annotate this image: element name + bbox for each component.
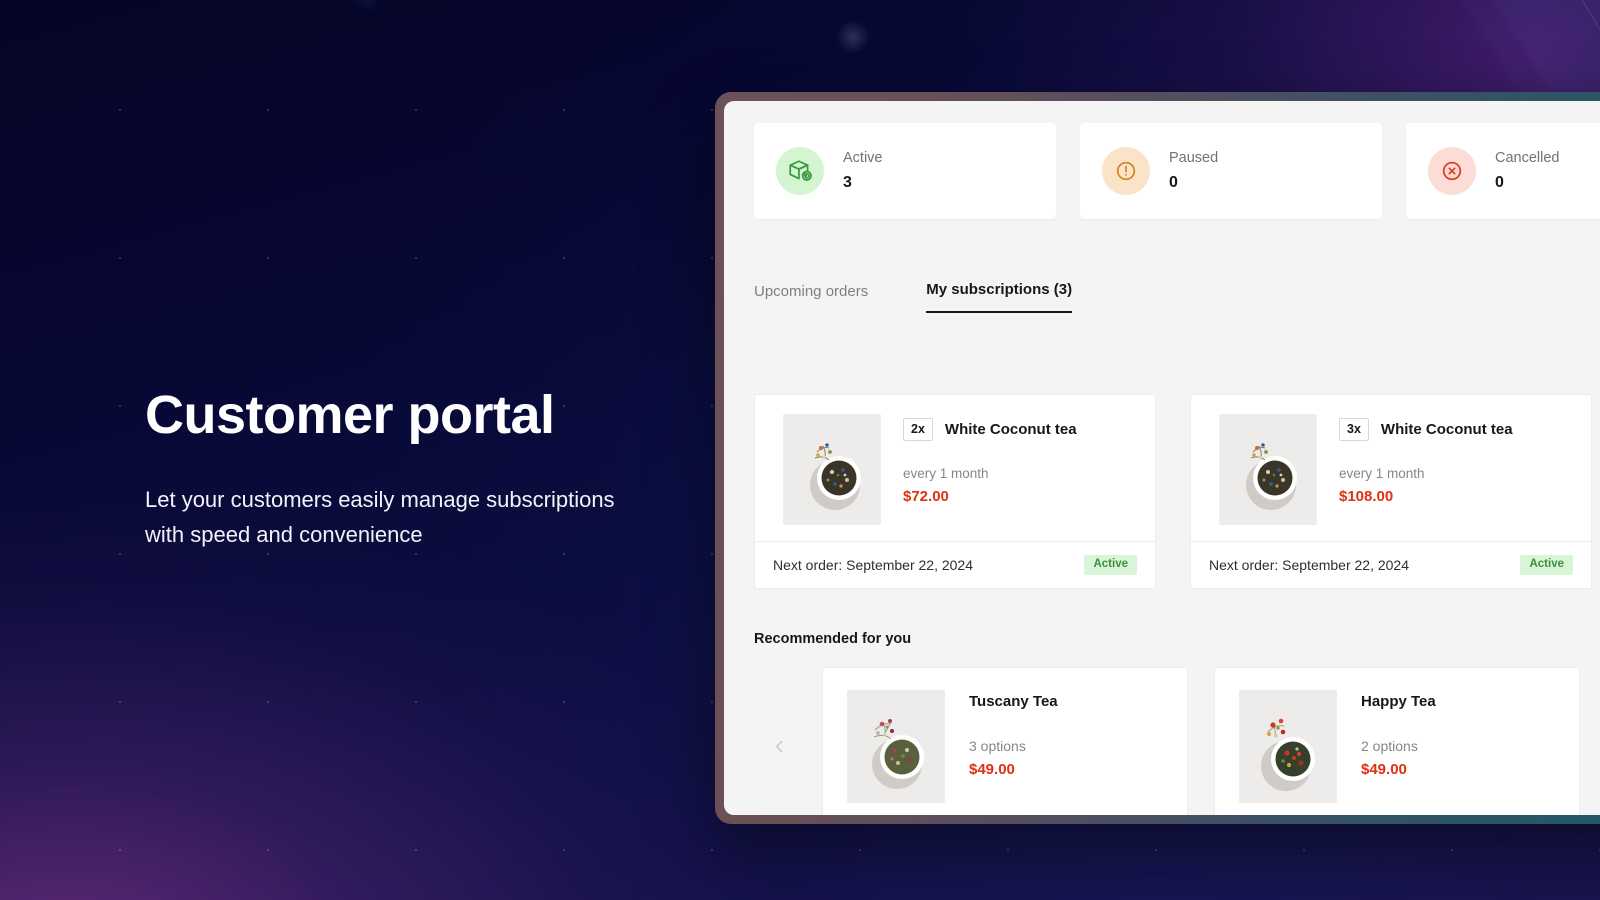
stat-label: Active bbox=[843, 150, 883, 166]
subscription-price: $72.00 bbox=[903, 487, 949, 505]
quantity-badge: 3x bbox=[1339, 418, 1369, 441]
subscription-info: 3x White Coconut tea every 1 month $108.… bbox=[1339, 414, 1573, 525]
subscriptions-list: 2x White Coconut tea every 1 month $72.0… bbox=[754, 394, 1600, 589]
recommended-list: Tuscany Tea 3 options $49.00 Happy Tea 2… bbox=[822, 667, 1580, 815]
tab-my-subscriptions[interactable]: My subscriptions (3) bbox=[926, 281, 1073, 313]
subscription-footer: Next order: September 22, 2024 Active bbox=[755, 541, 1155, 588]
subscription-price: $108.00 bbox=[1339, 487, 1394, 505]
product-name: White Coconut tea bbox=[944, 420, 1077, 438]
tab-upcoming-orders[interactable]: Upcoming orders bbox=[754, 283, 868, 313]
recommended-info: Happy Tea 2 options $49.00 bbox=[1361, 690, 1436, 802]
x-circle-icon bbox=[1428, 147, 1476, 195]
quantity-badge: 2x bbox=[903, 418, 933, 441]
subscription-card[interactable]: 2x White Coconut tea every 1 month $72.0… bbox=[754, 394, 1156, 589]
product-name: Happy Tea bbox=[1361, 693, 1436, 710]
subscription-footer: Next order: September 22, 2024 Active bbox=[1191, 541, 1591, 588]
subscription-title-row: 2x White Coconut tea bbox=[903, 418, 1137, 441]
tab-bar: Upcoming orders My subscriptions (3) bbox=[754, 271, 1600, 313]
stat-text: Paused 0 bbox=[1169, 150, 1218, 192]
subscription-title-row: 3x White Coconut tea bbox=[1339, 418, 1573, 441]
subscription-info: 2x White Coconut tea every 1 month $72.0… bbox=[903, 414, 1137, 525]
stat-value: 3 bbox=[843, 174, 852, 191]
status-badge: Active bbox=[1520, 555, 1573, 575]
product-price: $49.00 bbox=[969, 761, 1015, 778]
stat-text: Cancelled 0 bbox=[1495, 150, 1560, 192]
subscription-body: 2x White Coconut tea every 1 month $72.0… bbox=[755, 395, 1155, 541]
next-order-date: Next order: September 22, 2024 bbox=[1209, 557, 1410, 573]
status-badge: Active bbox=[1084, 555, 1137, 575]
page-title: Customer portal bbox=[145, 385, 555, 445]
subscription-frequency: every 1 month bbox=[903, 465, 989, 481]
app-window-frame: Active 3 Paused 0 Cancelled 0 Upcoming o… bbox=[715, 92, 1600, 824]
hero-section: Customer portal Let your customers easil… bbox=[0, 0, 1600, 900]
stat-label: Paused bbox=[1169, 150, 1219, 166]
subscription-card[interactable]: 3x White Coconut tea every 1 month $108.… bbox=[1190, 394, 1592, 589]
hero-copy: Customer portal Let your customers easil… bbox=[145, 385, 705, 553]
stats-row: Active 3 Paused 0 Cancelled 0 bbox=[754, 123, 1600, 219]
product-price: $49.00 bbox=[1361, 761, 1407, 778]
stat-value: 0 bbox=[1169, 174, 1178, 191]
stat-value: 0 bbox=[1495, 174, 1504, 191]
exclamation-circle-icon bbox=[1102, 147, 1150, 195]
stat-label: Cancelled bbox=[1495, 150, 1560, 166]
page-subtitle: Let your customers easily manage subscri… bbox=[145, 487, 615, 548]
white-coconut-tea-thumbnail bbox=[1219, 414, 1317, 525]
product-name: White Coconut tea bbox=[1380, 420, 1513, 438]
recommended-card[interactable]: Tuscany Tea 3 options $49.00 bbox=[822, 667, 1188, 815]
subscription-body: 3x White Coconut tea every 1 month $108.… bbox=[1191, 395, 1591, 541]
product-name: Tuscany Tea bbox=[969, 693, 1058, 710]
background-glow-dot bbox=[836, 20, 870, 54]
product-options: 2 options bbox=[1361, 738, 1418, 754]
recommended-card[interactable]: Happy Tea 2 options $49.00 bbox=[1214, 667, 1580, 815]
white-coconut-tea-thumbnail bbox=[783, 414, 881, 525]
subscription-frequency: every 1 month bbox=[1339, 465, 1425, 481]
stat-card-paused[interactable]: Paused 0 bbox=[1080, 123, 1382, 219]
tuscany-tea-thumbnail bbox=[847, 690, 945, 803]
customer-portal-app: Active 3 Paused 0 Cancelled 0 Upcoming o… bbox=[724, 101, 1600, 815]
stat-text: Active 3 bbox=[843, 150, 883, 192]
stat-card-active[interactable]: Active 3 bbox=[754, 123, 1056, 219]
recommended-heading: Recommended for you bbox=[754, 631, 912, 647]
app-viewport: Active 3 Paused 0 Cancelled 0 Upcoming o… bbox=[724, 101, 1600, 815]
recommended-carousel: Tuscany Tea 3 options $49.00 Happy Tea 2… bbox=[754, 667, 1600, 815]
next-order-date: Next order: September 22, 2024 bbox=[773, 557, 974, 573]
chevron-left-icon[interactable] bbox=[762, 729, 796, 763]
recommended-info: Tuscany Tea 3 options $49.00 bbox=[969, 690, 1058, 802]
happy-tea-thumbnail bbox=[1239, 690, 1337, 803]
stat-card-cancelled[interactable]: Cancelled 0 bbox=[1406, 123, 1600, 219]
product-options: 3 options bbox=[969, 738, 1026, 754]
package-refresh-icon bbox=[776, 147, 824, 195]
